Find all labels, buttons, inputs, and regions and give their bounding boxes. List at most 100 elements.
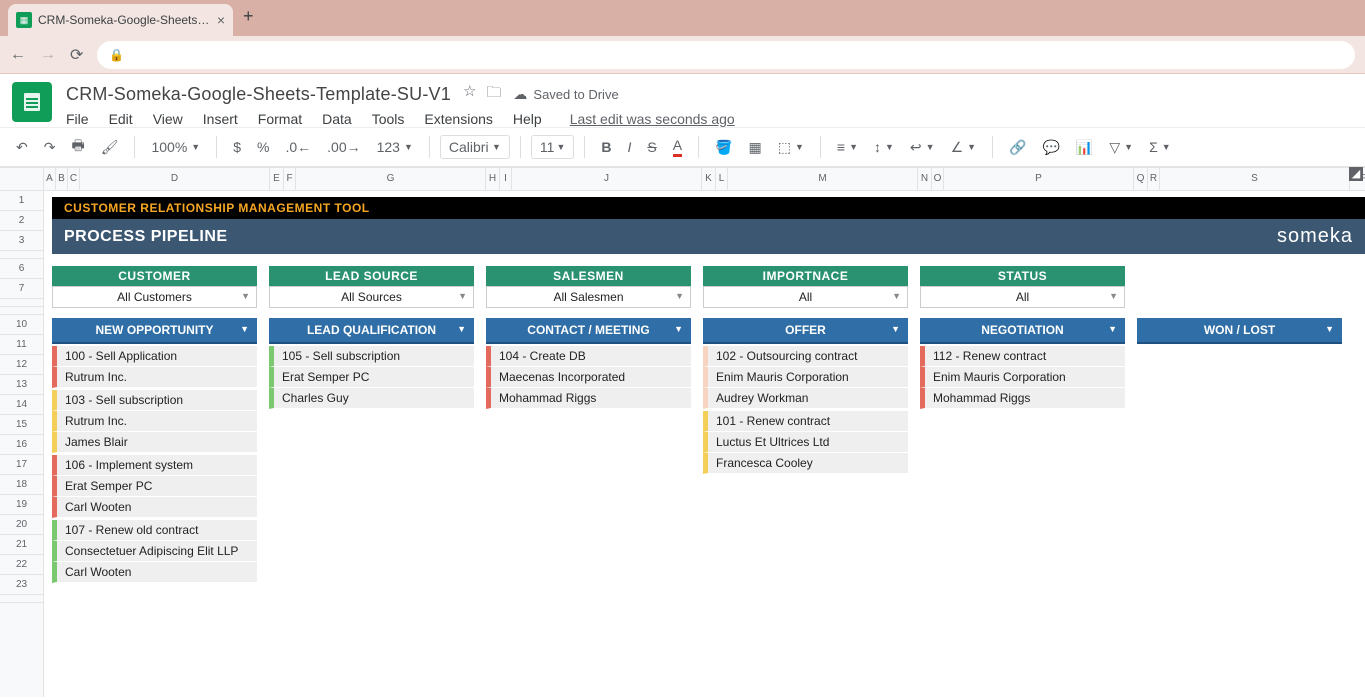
browser-tab[interactable]: ▦ CRM-Someka-Google-Sheets-Te × — [8, 4, 233, 36]
chart-button[interactable]: 📊 — [1070, 135, 1099, 160]
doc-title[interactable]: CRM-Someka-Google-Sheets-Template-SU-V1 — [66, 84, 451, 105]
stage-header[interactable]: WON / LOST▼ — [1137, 318, 1342, 344]
zoom-select[interactable]: 100%▼ — [145, 135, 206, 159]
stage-header[interactable]: NEW OPPORTUNITY▼ — [52, 318, 257, 344]
pipeline-card[interactable]: 105 - Sell subscriptionErat Semper PCCha… — [269, 346, 474, 409]
last-edit-link[interactable]: Last edit was seconds ago — [570, 111, 735, 127]
col-header[interactable]: R — [1148, 168, 1160, 190]
row-header[interactable]: 15 — [0, 415, 43, 435]
col-header[interactable]: C — [68, 168, 80, 190]
wrap-button[interactable]: ↩▼ — [904, 135, 941, 160]
fill-color-button[interactable]: 🪣 — [709, 135, 738, 160]
pipeline-card[interactable]: 104 - Create DBMaecenas IncorporatedMoha… — [486, 346, 691, 409]
print-button[interactable]: 🖶 — [65, 131, 90, 163]
pipeline-card[interactable]: 107 - Renew old contractConsectetuer Adi… — [52, 520, 257, 583]
col-header[interactable]: B — [56, 168, 68, 190]
comment-button[interactable]: 💬 — [1036, 135, 1065, 160]
filter-dropdown[interactable]: All▼ — [703, 286, 908, 308]
col-header[interactable]: Q — [1134, 168, 1148, 190]
paint-format-button[interactable]: 🖌 — [95, 135, 125, 160]
row-header[interactable]: 12 — [0, 355, 43, 375]
nav-forward-icon[interactable]: → — [40, 46, 56, 64]
row-header[interactable]: 7 — [0, 279, 43, 299]
menu-view[interactable]: View — [153, 111, 183, 127]
row-header[interactable]: 20 — [0, 515, 43, 535]
reload-icon[interactable]: ⟳ — [70, 45, 83, 65]
more-formats-button[interactable]: 123▼ — [371, 135, 419, 159]
rotate-button[interactable]: ∠▼ — [945, 135, 982, 160]
row-header[interactable]: 18 — [0, 475, 43, 495]
row-header[interactable] — [0, 299, 43, 307]
menu-extensions[interactable]: Extensions — [424, 111, 492, 127]
col-header[interactable]: A — [44, 168, 56, 190]
select-all-corner[interactable] — [0, 167, 43, 191]
col-header[interactable]: G — [296, 168, 486, 190]
borders-button[interactable]: ▦ — [743, 135, 768, 160]
font-select[interactable]: Calibri▼ — [440, 135, 510, 159]
col-header[interactable]: I — [500, 168, 512, 190]
strike-button[interactable]: S — [641, 135, 662, 159]
row-header[interactable] — [0, 307, 43, 315]
functions-button[interactable]: Σ▼ — [1143, 135, 1177, 159]
stage-header[interactable]: LEAD QUALIFICATION▼ — [269, 318, 474, 344]
link-button[interactable]: 🔗 — [1003, 135, 1032, 160]
row-header[interactable]: 1 — [0, 191, 43, 211]
filter-dropdown[interactable]: All Salesmen▼ — [486, 286, 691, 308]
col-header[interactable]: J — [512, 168, 702, 190]
row-header[interactable]: 3 — [0, 231, 43, 251]
pipeline-card[interactable]: 103 - Sell subscriptionRutrum Inc.James … — [52, 390, 257, 453]
redo-button[interactable]: ↷ — [38, 135, 62, 160]
pipeline-card[interactable]: 102 - Outsourcing contractEnim Mauris Co… — [703, 346, 908, 409]
col-header[interactable]: L — [716, 168, 728, 190]
row-header[interactable]: 17 — [0, 455, 43, 475]
row-header[interactable]: 19 — [0, 495, 43, 515]
filter-button[interactable]: ▽▼ — [1103, 135, 1139, 160]
row-header[interactable] — [0, 251, 43, 259]
undo-button[interactable]: ↶ — [10, 135, 34, 160]
row-header[interactable] — [0, 595, 43, 603]
col-header[interactable]: K — [702, 168, 716, 190]
row-header[interactable]: 10 — [0, 315, 43, 335]
row-header[interactable]: 22 — [0, 555, 43, 575]
text-color-button[interactable]: A — [667, 133, 688, 161]
menu-format[interactable]: Format — [258, 111, 302, 127]
move-folder-icon[interactable]: 🗀 — [486, 82, 501, 107]
nav-back-icon[interactable]: ← — [10, 46, 26, 64]
italic-button[interactable]: I — [621, 135, 637, 159]
menu-file[interactable]: File — [66, 111, 89, 127]
col-header[interactable]: F — [284, 168, 296, 190]
stage-header[interactable]: NEGOTIATION▼ — [920, 318, 1125, 344]
address-bar[interactable]: 🔒 — [97, 41, 1355, 69]
stage-header[interactable]: CONTACT / MEETING▼ — [486, 318, 691, 344]
fontsize-select[interactable]: 11▼ — [531, 135, 574, 159]
pipeline-card[interactable]: 101 - Renew contractLuctus Et Ultrices L… — [703, 411, 908, 474]
grid[interactable]: ◢ ABCDEFGHIJKLMNOPQRSAF CUSTOMER RELATIO… — [44, 167, 1365, 697]
menu-help[interactable]: Help — [513, 111, 542, 127]
new-tab-button[interactable]: + — [243, 6, 254, 27]
star-icon[interactable]: ☆ — [463, 82, 476, 107]
row-header[interactable]: 13 — [0, 375, 43, 395]
menu-data[interactable]: Data — [322, 111, 352, 127]
percent-button[interactable]: % — [251, 135, 275, 159]
sheets-logo-icon[interactable] — [12, 82, 52, 122]
dec-decimal-button[interactable]: .0← — [279, 135, 317, 159]
col-header[interactable]: S — [1160, 168, 1350, 190]
pipeline-card[interactable]: 100 - Sell ApplicationRutrum Inc. — [52, 346, 257, 388]
pipeline-card[interactable]: 112 - Renew contractEnim Mauris Corporat… — [920, 346, 1125, 409]
menu-tools[interactable]: Tools — [372, 111, 405, 127]
filter-dropdown[interactable]: All Sources▼ — [269, 286, 474, 308]
col-header[interactable]: E — [270, 168, 284, 190]
pipeline-card[interactable]: 106 - Implement systemErat Semper PCCarl… — [52, 455, 257, 518]
inc-decimal-button[interactable]: .00→ — [321, 135, 366, 159]
col-header[interactable]: D — [80, 168, 270, 190]
row-header[interactable]: 21 — [0, 535, 43, 555]
row-header[interactable]: 14 — [0, 395, 43, 415]
expand-icon[interactable]: ◢ — [1349, 167, 1363, 181]
menu-insert[interactable]: Insert — [203, 111, 238, 127]
valign-button[interactable]: ↕▼ — [868, 135, 900, 159]
row-header[interactable]: 6 — [0, 259, 43, 279]
col-header[interactable]: O — [932, 168, 944, 190]
filter-dropdown[interactable]: All▼ — [920, 286, 1125, 308]
row-header[interactable]: 11 — [0, 335, 43, 355]
col-header[interactable]: H — [486, 168, 500, 190]
